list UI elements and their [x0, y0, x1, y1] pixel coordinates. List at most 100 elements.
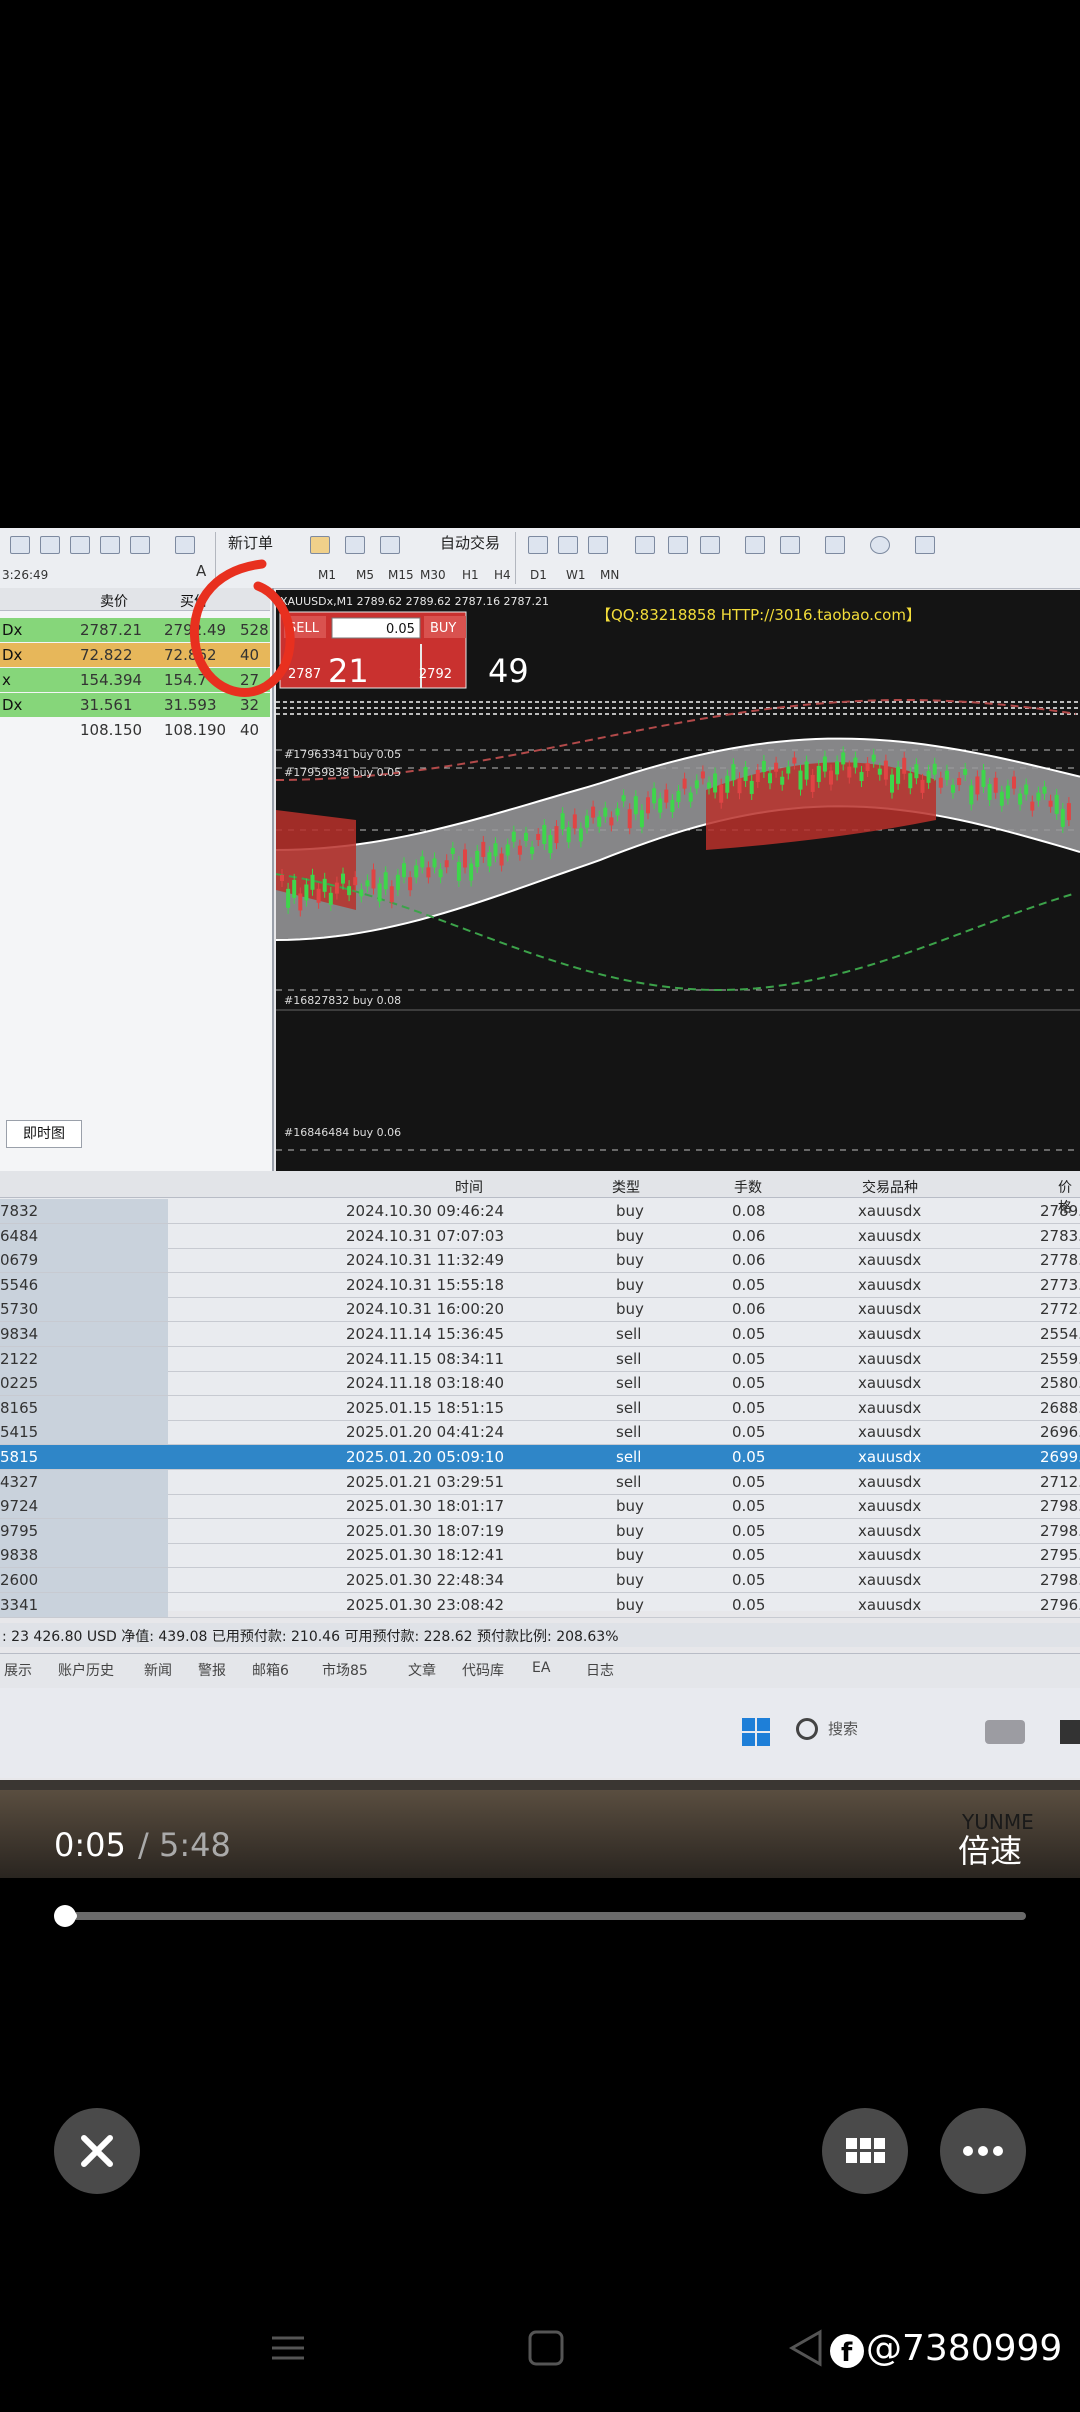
lots-cell: 0.05 — [732, 1448, 766, 1466]
chart-line-icon[interactable] — [588, 536, 608, 554]
video-frame[interactable]: 新订单 自动交易 3:26:49 A M1 M5 M15 M30 H1 H4 D1 W1 MN — [0, 528, 1080, 1878]
time-cell: 2024.10.31 15:55:18 — [346, 1275, 505, 1294]
order-id-cell: 0679 — [0, 1251, 39, 1270]
trade-row[interactable]: 5730 2024.10.31 16:00:20 buy 0.06 xauusdx 277… — [0, 1297, 1080, 1323]
trade-row[interactable]: 9838 2025.01.30 18:12:41 buy 0.05 xauusdx 279… — [0, 1543, 1080, 1569]
terminal-tab[interactable]: 代码库 — [462, 1660, 504, 1680]
trade-row[interactable]: 2600 2025.01.30 22:48:34 buy 0.05 xauusdx 279… — [0, 1568, 1080, 1593]
trade-row[interactable]: 6484 2024.10.31 07:07:03 buy 0.06 xauusdx 278… — [0, 1223, 1080, 1249]
type-cell: buy — [616, 1521, 644, 1540]
progress-knob[interactable] — [54, 1905, 76, 1927]
chart-bar-icon[interactable] — [528, 536, 548, 554]
monitor-screen: 新订单 自动交易 3:26:49 A M1 M5 M15 M30 H1 H4 D1 W1 MN — [0, 528, 1080, 1788]
lots-cell: 0.05 — [732, 1571, 766, 1589]
clock-icon[interactable] — [870, 536, 890, 554]
templates-icon[interactable] — [915, 536, 935, 554]
toolbar-icon[interactable] — [10, 536, 30, 554]
trade-row[interactable]: 0679 2024.10.31 11:32:49 buy 0.06 xauusdx 277… — [0, 1248, 1080, 1274]
type-cell: buy — [616, 1275, 644, 1294]
trade-row[interactable]: 5815 2025.01.20 05:09:10 sell 0.05 xauusdx 26… — [0, 1445, 1080, 1470]
menu-icon[interactable] — [268, 2330, 308, 2366]
timeframe-m5[interactable]: M5 — [356, 568, 374, 582]
terminal-tab[interactable]: 新闻 — [144, 1660, 172, 1680]
timeframe-d1[interactable]: D1 — [530, 568, 547, 582]
windows-taskbar: 搜索 — [0, 1688, 1080, 1778]
tab-chart[interactable]: 即时图 — [6, 1120, 82, 1148]
zoom-in-icon[interactable] — [635, 536, 655, 554]
progress-bar[interactable] — [64, 1912, 1026, 1920]
trade-row[interactable]: 2122 2024.11.15 08:34:11 sell 0.05 xauusdx 25… — [0, 1346, 1080, 1372]
windows-start-icon[interactable] — [742, 1718, 770, 1746]
order-id-cell: 6484 — [0, 1226, 39, 1245]
symbol-cell: xauusdx — [858, 1226, 922, 1245]
speed-button[interactable]: 倍速 — [958, 1826, 1022, 1872]
toolbar-icon[interactable] — [130, 536, 150, 554]
terminal-tab[interactable]: 警报 — [198, 1660, 226, 1680]
toolbar-icon[interactable] — [380, 536, 400, 554]
trade-row[interactable]: 5415 2025.01.20 04:41:24 sell 0.05 xauusdx 26… — [0, 1420, 1080, 1446]
bid-cell: 2787.21 — [80, 621, 143, 639]
trade-row[interactable]: 8165 2025.01.15 18:51:15 sell 0.05 xauusdx 26… — [0, 1395, 1080, 1421]
terminal-tab[interactable]: 展示 — [4, 1660, 32, 1680]
terminal-tab[interactable]: 市场85 — [322, 1660, 368, 1680]
price-cell: 2699.9 — [1040, 1448, 1080, 1466]
lots-cell: 0.05 — [732, 1325, 766, 1343]
horse-app-icon[interactable] — [985, 1720, 1025, 1744]
toolbar-icon[interactable] — [100, 536, 120, 554]
indicators-icon[interactable] — [825, 536, 845, 554]
close-button[interactable] — [54, 2108, 140, 2194]
type-cell: sell — [616, 1349, 642, 1368]
terminal-tab[interactable]: EA — [532, 1660, 550, 1676]
lots-cell: 0.05 — [732, 1472, 766, 1491]
order-id-cell: 5815 — [0, 1448, 39, 1466]
trade-row[interactable]: 9834 2024.11.14 15:36:45 sell 0.05 xauusdx 25… — [0, 1322, 1080, 1347]
terminal-tab[interactable]: 账户历史 — [58, 1660, 114, 1680]
chart-candle-icon[interactable] — [558, 536, 578, 554]
svg-text:f: f — [841, 2338, 853, 2368]
trades-table: 时间 类型 手数 交易品种 价格 7832 2024.10.30 09:46:24… — [0, 1171, 1080, 1618]
price-chart[interactable]: #17963341 buy 0.05 #17959838 buy 0.05 #168… — [276, 590, 1080, 1190]
type-cell: sell — [616, 1398, 642, 1417]
market-watch-row[interactable]: 108.150 108.190 40 — [0, 718, 270, 742]
new-order-button[interactable]: 新订单 — [228, 532, 273, 553]
timeframe-w1[interactable]: W1 — [566, 568, 586, 582]
timeframe-h1[interactable]: H1 — [462, 568, 479, 582]
trade-row[interactable]: 3341 2025.01.30 23:08:42 buy 0.05 xauusdx 279… — [0, 1592, 1080, 1618]
toolbar-icon[interactable] — [40, 536, 60, 554]
toolbar-icon[interactable] — [310, 536, 330, 554]
toolbar-icon[interactable] — [345, 536, 365, 554]
timeframe-mn[interactable]: MN — [600, 568, 619, 582]
terminal-tab[interactable]: 邮箱6 — [252, 1660, 289, 1680]
chart-shift-icon[interactable] — [780, 536, 800, 554]
lots-cell: 0.05 — [732, 1497, 766, 1516]
trade-row[interactable]: 0225 2024.11.18 03:18:40 sell 0.05 xauusdx 25… — [0, 1371, 1080, 1397]
trade-row[interactable]: 7832 2024.10.30 09:46:24 buy 0.08 xauusdx 278… — [0, 1199, 1080, 1224]
trade-row[interactable]: 9724 2025.01.30 18:01:17 buy 0.05 xauusdx 279… — [0, 1494, 1080, 1520]
timeframe-m15[interactable]: M15 — [388, 568, 414, 582]
timeframe-m30[interactable]: M30 — [420, 568, 446, 582]
zoom-out-icon[interactable] — [668, 536, 688, 554]
terminal-tab[interactable]: 文章 — [408, 1660, 436, 1680]
toolbar-icon[interactable] — [70, 536, 90, 554]
symbol-cell: Dx — [2, 696, 23, 714]
price-cell: 2773.5 — [1040, 1275, 1080, 1294]
more-button[interactable] — [940, 2108, 1026, 2194]
trade-row[interactable]: 5546 2024.10.31 15:55:18 buy 0.05 xauusdx 277… — [0, 1272, 1080, 1298]
taskbar-search[interactable]: 搜索 — [828, 1718, 858, 1739]
timeframe-m1[interactable]: M1 — [318, 568, 336, 582]
back-icon[interactable] — [786, 2328, 826, 2368]
terminal-tab[interactable]: 日志 — [586, 1660, 614, 1680]
trade-row[interactable]: 9795 2025.01.30 18:07:19 buy 0.05 xauusdx 279… — [0, 1518, 1080, 1544]
grid-button[interactable] — [822, 2108, 908, 2194]
auto-trade-button[interactable]: 自动交易 — [440, 532, 500, 553]
taskbar-app-icon[interactable] — [1060, 1720, 1080, 1744]
trade-row[interactable]: 4327 2025.01.21 03:29:51 sell 0.05 xauusdx 27… — [0, 1469, 1080, 1495]
autoscroll-icon[interactable] — [745, 536, 765, 554]
account-summary-text: : 23 426.80 USD 净值: 439.08 已用预付款: 210.46… — [2, 1629, 619, 1645]
sell-price-big: 21 — [328, 652, 369, 690]
home-icon[interactable] — [526, 2328, 566, 2368]
timeframe-h4[interactable]: H4 — [494, 568, 511, 582]
toolbar-icon[interactable] — [175, 536, 195, 554]
tile-icon[interactable] — [700, 536, 720, 554]
type-cell: sell — [616, 1374, 642, 1393]
